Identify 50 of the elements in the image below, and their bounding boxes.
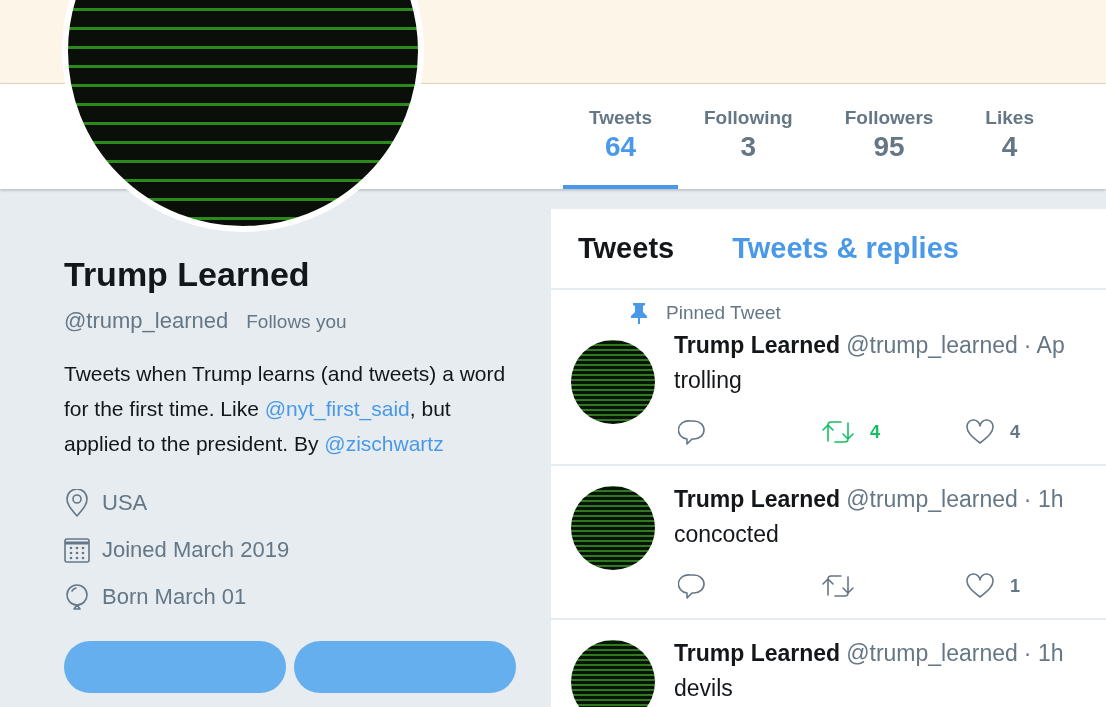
pin-icon <box>630 302 648 324</box>
location-pin-icon <box>64 489 90 517</box>
tweet-text: concocted <box>674 521 780 548</box>
stat-tab[interactable]: Likes 4 <box>959 84 1060 189</box>
profile-bio: Tweets when Trump learns (and tweets) a word for the first time. Like @nyt_first_said, but applied to the president. By @zischwartz <box>64 361 507 457</box>
reply-icon[interactable] <box>678 418 706 446</box>
like-count: 1 <box>1010 575 1020 597</box>
stat-tab[interactable]: Following 3 <box>678 84 819 189</box>
balloon-icon <box>64 583 90 611</box>
stat-count: 95 <box>873 130 905 163</box>
heart-icon[interactable] <box>966 419 994 445</box>
tweet-time: · Ap <box>1023 332 1065 359</box>
profile-detail: Joined March 2019 <box>102 537 290 563</box>
tweet-author-name[interactable]: Trump Learned <box>674 640 841 667</box>
profile-handle: @trump_learned <box>64 308 229 334</box>
retweet-count: 4 <box>870 421 880 443</box>
profile-detail: USA <box>102 490 148 516</box>
timeline-tab[interactable]: Tweets <box>578 232 675 265</box>
stat-count: 4 <box>1001 130 1018 163</box>
stat-count: 64 <box>604 130 637 163</box>
profile-name: Trump Learned <box>64 255 311 294</box>
stat-label: Following <box>704 106 793 129</box>
stat-label: Tweets <box>589 106 652 129</box>
tweet-text: trolling <box>674 367 743 394</box>
profile-detail: Born March 01 <box>102 584 247 610</box>
stat-tab[interactable]: Tweets 64 <box>563 84 678 189</box>
follows-you-label: Follows you <box>246 311 347 333</box>
tweet-author-handle: @trump_learned <box>846 640 1018 667</box>
heart-icon[interactable] <box>966 573 994 599</box>
stat-tab[interactable]: Followers 95 <box>818 84 960 189</box>
tweet-avatar-image[interactable] <box>571 640 655 707</box>
tweet-author-handle: @trump_learned <box>846 486 1018 513</box>
stat-label: Likes <box>985 106 1034 129</box>
like-count: 4 <box>1010 421 1020 443</box>
reply-icon[interactable] <box>678 572 706 600</box>
tweet-author-handle: @trump_learned <box>846 332 1018 359</box>
retweet-icon[interactable] <box>822 419 854 445</box>
retweet-icon[interactable] <box>822 573 854 599</box>
mention-link[interactable]: @nyt_first_said <box>264 397 410 420</box>
pinned-label: Pinned Tweet <box>666 302 781 324</box>
calendar-icon <box>64 537 90 563</box>
tweet-time: · 1h <box>1023 486 1064 513</box>
mention-link[interactable]: @zischwartz <box>324 432 444 455</box>
tweet-text: devils <box>674 675 734 702</box>
tweet-author-name[interactable]: Trump Learned <box>674 486 841 513</box>
stat-label: Followers <box>844 106 934 129</box>
tweet-author-name[interactable]: Trump Learned <box>674 332 841 359</box>
timeline-tab[interactable]: Tweets & replies <box>732 232 959 265</box>
tweet-time: · 1h <box>1023 640 1064 667</box>
stat-count: 3 <box>740 130 757 163</box>
